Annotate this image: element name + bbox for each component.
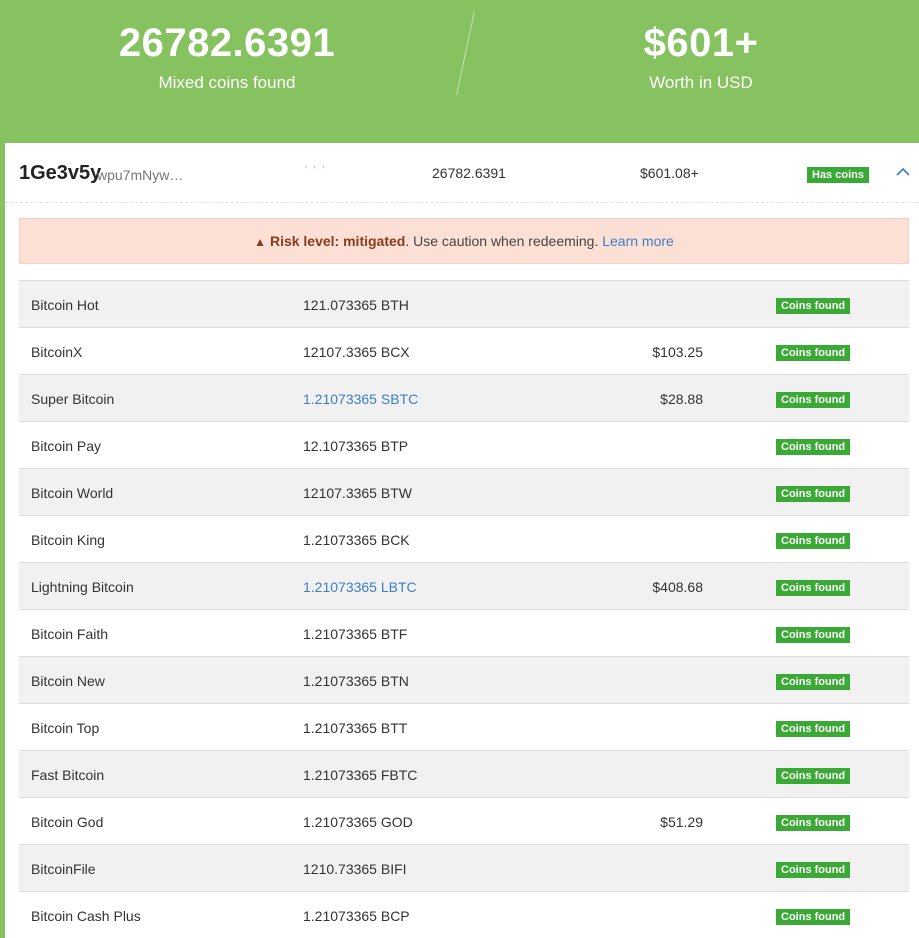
- coin-usd-value: $28.88: [660, 391, 703, 407]
- coin-name: Lightning Bitcoin: [31, 579, 134, 595]
- coin-name: Bitcoin King: [31, 532, 105, 548]
- address-rest: wpu7mNyw…: [97, 167, 183, 183]
- table-row: Bitcoin Cash Plus 1.21073365 BCP Coins fou…: [19, 892, 909, 938]
- coins-found-badge: Coins found: [776, 439, 851, 455]
- coin-name: Bitcoin Top: [31, 720, 100, 736]
- coin-name: Fast Bitcoin: [31, 767, 105, 783]
- table-row: Bitcoin New 1.21073365 BTN Coins found: [19, 657, 909, 704]
- coin-name: Bitcoin Hot: [31, 297, 99, 313]
- address-usd: $601.08+: [640, 165, 699, 181]
- table-row: Bitcoin Faith 1.21073365 BTF Coins found: [19, 610, 909, 657]
- coins-found-badge: Coins found: [776, 345, 851, 361]
- coin-usd-value: $51.29: [660, 814, 703, 830]
- table-row: Bitcoin Top 1.21073365 BTT Coins found: [19, 704, 909, 751]
- usd-worth-value: $601+: [643, 21, 759, 65]
- table-row: Bitcoin Pay 12.1073365 BTP Coins found: [19, 422, 909, 469]
- table-row: BitcoinFile 1210.73365 BIFI Coins found: [19, 845, 909, 892]
- address-faint-text: ' ' ': [305, 165, 327, 176]
- table-row: Bitcoin God 1.21073365 GOD $51.29 Coins fou…: [19, 798, 909, 845]
- coin-amount: 12.1073365 BTP: [303, 438, 409, 454]
- coins-found-badge: Coins found: [776, 721, 851, 737]
- coins-found-badge: Coins found: [776, 298, 851, 314]
- coin-name: Bitcoin World: [31, 485, 114, 501]
- coins-found-badge: Coins found: [776, 392, 851, 408]
- table-row: Lightning Bitcoin 1.21073365 LBTC $408.68 C…: [19, 563, 909, 610]
- coin-usd-value: $103.25: [652, 344, 703, 360]
- coin-amount: 121.073365 BTH: [303, 297, 409, 313]
- table-row: Bitcoin Hot 121.073365 BTH Coins found: [19, 281, 909, 328]
- coin-amount: 1.21073365 BTF: [303, 626, 408, 642]
- coin-amount-link[interactable]: 1.21073365 SBTC: [303, 391, 418, 407]
- coin-usd-value: $408.68: [652, 579, 703, 595]
- coin-name: Bitcoin Cash Plus: [31, 908, 141, 924]
- learn-more-link[interactable]: Learn more: [602, 233, 674, 249]
- coin-name: Bitcoin Faith: [31, 626, 109, 642]
- address-prefix: 1Ge3v5y: [19, 162, 102, 184]
- coin-amount: 12107.3365 BCX: [303, 344, 410, 360]
- table-row: Bitcoin King 1.21073365 BCK Coins found: [19, 516, 909, 563]
- coins-found-badge: Coins found: [776, 909, 851, 925]
- coin-name: Super Bitcoin: [31, 391, 115, 407]
- coins-found-badge: Coins found: [776, 674, 851, 690]
- table-row: Bitcoin World 12107.3365 BTW Coins found: [19, 469, 909, 516]
- coin-amount: 1.21073365 GOD: [303, 814, 413, 830]
- chevron-up-icon[interactable]: [895, 166, 911, 178]
- coins-found-badge: Coins found: [776, 486, 851, 502]
- table-row: Super Bitcoin 1.21073365 SBTC $28.88 Coins …: [19, 375, 909, 422]
- coin-amount: 1.21073365 BCP: [303, 908, 410, 924]
- warning-icon: ▲: [254, 235, 267, 249]
- coin-amount: 1.21073365 BCK: [303, 532, 410, 548]
- stat-divider: [456, 10, 475, 96]
- coins-found-badge: Coins found: [776, 862, 851, 878]
- coin-name: BitcoinFile: [31, 861, 96, 877]
- coin-amount: 1.21073365 BTN: [303, 673, 409, 689]
- coins-found-badge: Coins found: [776, 627, 851, 643]
- coin-amount: 1.21073365 FBTC: [303, 767, 418, 783]
- address-accent-bar: [0, 143, 5, 938]
- coin-amount: 12107.3365 BTW: [303, 485, 412, 501]
- table-row: BitcoinX 12107.3365 BCX $103.25 Coins found: [19, 328, 909, 375]
- coin-name: BitcoinX: [31, 344, 83, 360]
- coins-found-stat: 26782.6391 Mixed coins found: [77, 20, 377, 93]
- coin-name: Bitcoin New: [31, 673, 105, 689]
- coins-found-badge: Coins found: [776, 580, 851, 596]
- usd-worth-label: Worth in USD: [649, 73, 753, 92]
- coin-name: Bitcoin Pay: [31, 438, 102, 454]
- coin-amount: 1210.73365 BIFI: [303, 861, 407, 877]
- address-amount: 26782.6391: [432, 165, 506, 181]
- risk-banner: ▲ Risk level: mitigated. Use caution whe…: [19, 218, 909, 264]
- coins-found-badge: Coins found: [776, 815, 851, 831]
- risk-message: . Use caution when redeeming.: [405, 233, 599, 249]
- table-row: Fast Bitcoin 1.21073365 FBTC Coins found: [19, 751, 909, 798]
- summary-header: 26782.6391 Mixed coins found $601+ Worth…: [0, 0, 919, 143]
- coins-found-badge: Coins found: [776, 533, 851, 549]
- address-row[interactable]: 1Ge3v5y wpu7mNyw… ' ' ' 26782.6391 $601.…: [5, 143, 919, 203]
- coins-found-label: Mixed coins found: [158, 73, 296, 92]
- coin-amount-link[interactable]: 1.21073365 LBTC: [303, 579, 417, 595]
- coin-amount: 1.21073365 BTT: [303, 720, 408, 736]
- has-coins-badge: Has coins: [807, 167, 869, 183]
- coins-found-value: 26782.6391: [118, 21, 336, 65]
- coin-name: Bitcoin God: [31, 814, 104, 830]
- coins-table: Bitcoin Hot 121.073365 BTH Coins found Bitc…: [19, 280, 909, 938]
- usd-worth-stat: $601+ Worth in USD: [551, 20, 851, 93]
- risk-level-label: Risk level: mitigated: [269, 233, 406, 249]
- coins-found-badge: Coins found: [776, 768, 851, 784]
